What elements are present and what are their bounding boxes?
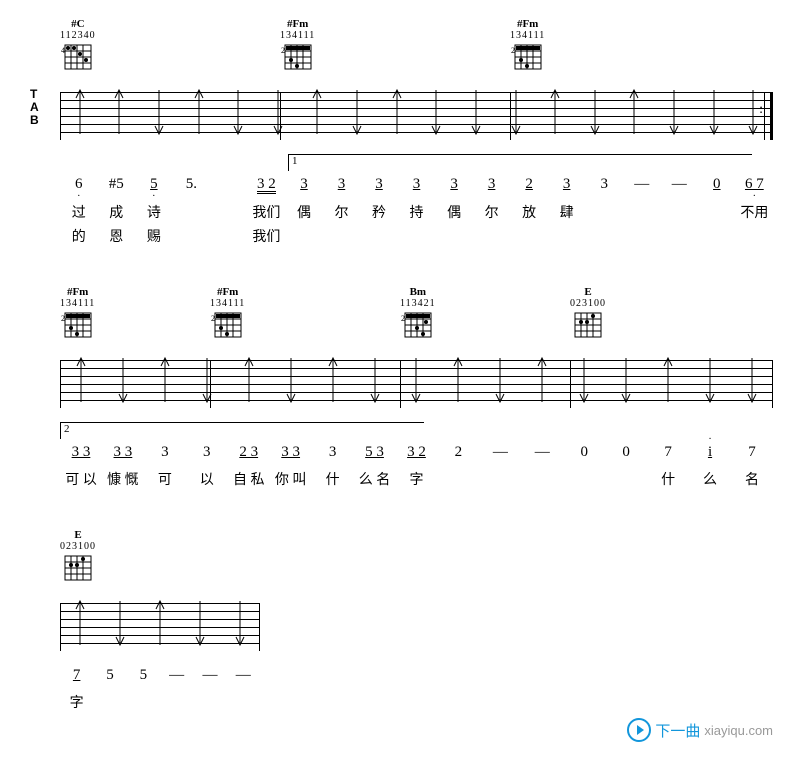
lyric-row-3: 字 <box>60 692 260 712</box>
chord-e-2: E 023100 <box>60 529 96 582</box>
jianpu-row-2: 3 3 3 3 3 3 2 3 3 3 3 5 3 3 2 2 — — 0 0 … <box>60 444 773 461</box>
tab-staff-3 <box>60 593 260 661</box>
system-2: #Fm 134111 2 #Fm 134111 2 Bm 113421 2 E … <box>60 286 773 489</box>
svg-text:2: 2 <box>61 314 65 323</box>
svg-text:2: 2 <box>401 314 405 323</box>
chord-bm: Bm 113421 2 <box>400 286 436 339</box>
svg-text:2: 2 <box>511 46 515 55</box>
volta-1: 1 <box>288 154 752 171</box>
tab-label: TAB <box>30 88 39 127</box>
watermark-domain: xiayiqu.com <box>704 723 773 738</box>
lyric-row-1b: 的 恩 赐 我们 <box>60 226 773 246</box>
chord-e-1: E 023100 <box>570 286 606 339</box>
svg-text:4: 4 <box>61 46 65 55</box>
system-3: E 023100 7 5 5 — — — 字 <box>60 529 260 712</box>
system-1: #C 112340 4 #Fm 134111 2 #Fm 134111 2 TA… <box>60 18 773 246</box>
chord-fm-sharp-3: #Fm 134111 2 <box>60 286 95 339</box>
lyric-row-2: 可 以 慷 慨 可 以 自 私 你 叫 什 么 名 字 什 么 名 <box>60 469 773 489</box>
lyric-row-1a: 过 成 诗 我们 偶 尔 矜 持 偶 尔 放 肆 不用 <box>60 202 773 222</box>
tab-staff-2 <box>60 350 773 418</box>
jianpu-row-1: 6 #5 5 5. 3 2 3 3 3 3 3 3 2 3 3 — — 0 6 … <box>60 176 773 194</box>
chord-c-sharp: #C 112340 4 <box>60 18 96 71</box>
tab-staff-1: TAB : <box>60 82 773 150</box>
svg-text:2: 2 <box>211 314 215 323</box>
svg-text:2: 2 <box>281 46 285 55</box>
chord-fm-sharp-1: #Fm 134111 2 <box>280 18 315 71</box>
chord-fm-sharp-2: #Fm 134111 2 <box>510 18 545 71</box>
chord-fm-sharp-4: #Fm 134111 2 <box>210 286 245 339</box>
watermark-text: 下一曲 <box>655 720 700 741</box>
jianpu-row-3: 7 5 5 — — — <box>60 667 260 684</box>
volta-2: 2 <box>60 422 424 439</box>
